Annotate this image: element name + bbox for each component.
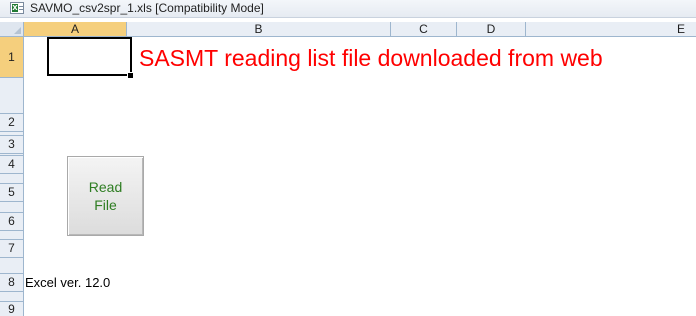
column-header-e[interactable]: E: [526, 22, 696, 36]
read-file-button-label-line2: File: [94, 197, 117, 213]
excel-version-cell[interactable]: Excel ver. 12.0: [25, 275, 110, 291]
sheet-heading: SASMT reading list file downloaded from …: [139, 45, 603, 71]
read-file-button[interactable]: Read File: [67, 156, 144, 236]
window-titlebar: X SAVMO_csv2spr_1.xls [Compatibility Mod…: [0, 0, 696, 18]
row-header-1[interactable]: 1: [0, 37, 24, 78]
row-header-2[interactable]: 2: [0, 114, 24, 132]
select-all-corner[interactable]: [0, 22, 24, 36]
column-header-d[interactable]: D: [457, 22, 526, 36]
row-header-4[interactable]: 4: [0, 156, 24, 174]
row-header-filler: [0, 231, 24, 240]
column-header-b[interactable]: B: [127, 22, 391, 36]
row-header-filler: [0, 132, 24, 136]
fill-handle[interactable]: [127, 72, 134, 79]
read-file-button-label-line1: Read: [88, 179, 123, 195]
row-header-filler: [0, 174, 24, 184]
row-header-3[interactable]: 3: [0, 136, 24, 154]
row-header-filler: [0, 292, 24, 302]
row-header-9[interactable]: 9: [0, 302, 24, 316]
row-header-filler: [0, 202, 24, 213]
row-header-filler: [0, 258, 24, 274]
row-header-7[interactable]: 7: [0, 240, 24, 258]
active-cell-a1[interactable]: [47, 37, 132, 76]
window-title: SAVMO_csv2spr_1.xls [Compatibility Mode]: [30, 1, 264, 15]
excel-file-icon[interactable]: X: [10, 2, 24, 14]
column-header-a[interactable]: A: [24, 22, 127, 36]
row-header-filler: [0, 78, 24, 114]
column-header-c[interactable]: C: [391, 22, 457, 36]
column-header-row: A B C D E: [0, 22, 696, 37]
row-header-8[interactable]: 8: [0, 274, 24, 292]
row-header-filler: [0, 154, 24, 156]
row-header-6[interactable]: 6: [0, 213, 24, 231]
row-header-5[interactable]: 5: [0, 184, 24, 202]
